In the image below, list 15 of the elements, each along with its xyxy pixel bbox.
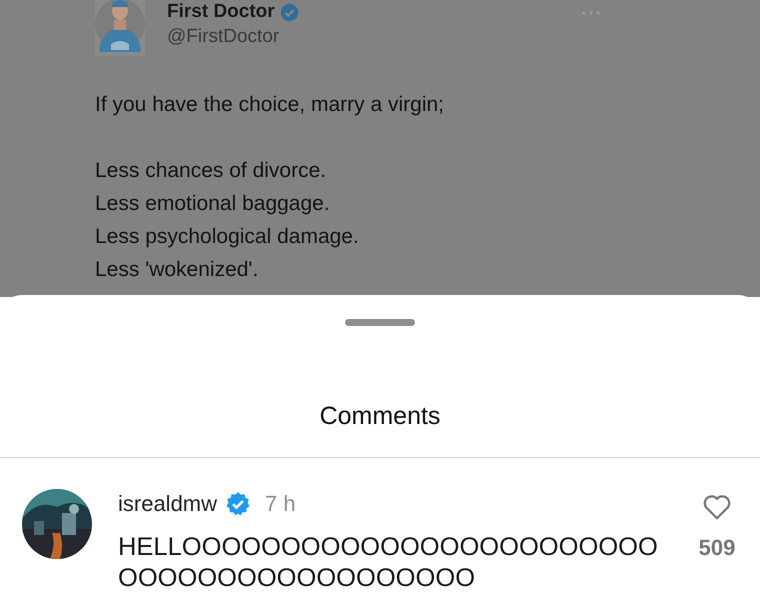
comment-text: HELLOOOOOOOOOOOOOOOOOOOOOOOOOOOOOOOOOOOOOOOOOO	[118, 532, 659, 594]
tweet-text-line: Less emotional baggage.	[95, 191, 331, 217]
heart-icon[interactable]	[702, 493, 732, 521]
more-icon[interactable]	[580, 10, 601, 16]
tweet-text-line: Less psychological damage.	[95, 224, 360, 250]
comment-username[interactable]: isrealdmw	[118, 491, 218, 517]
sheet-title: Comments	[318, 401, 442, 431]
tweet-text-line: If you have the choice, marry a virgin;	[95, 92, 445, 118]
author-name: First Doctor	[167, 1, 275, 23]
tweet-text-line: Less chances of divorce.	[95, 158, 328, 184]
tweet-text-line: Less 'wokenized'.	[95, 257, 260, 283]
comment-time: 7 h	[265, 491, 296, 517]
drag-handle[interactable]	[345, 319, 415, 326]
author-handle: @FirstDoctor	[167, 26, 280, 48]
like-count: 509	[698, 535, 736, 561]
